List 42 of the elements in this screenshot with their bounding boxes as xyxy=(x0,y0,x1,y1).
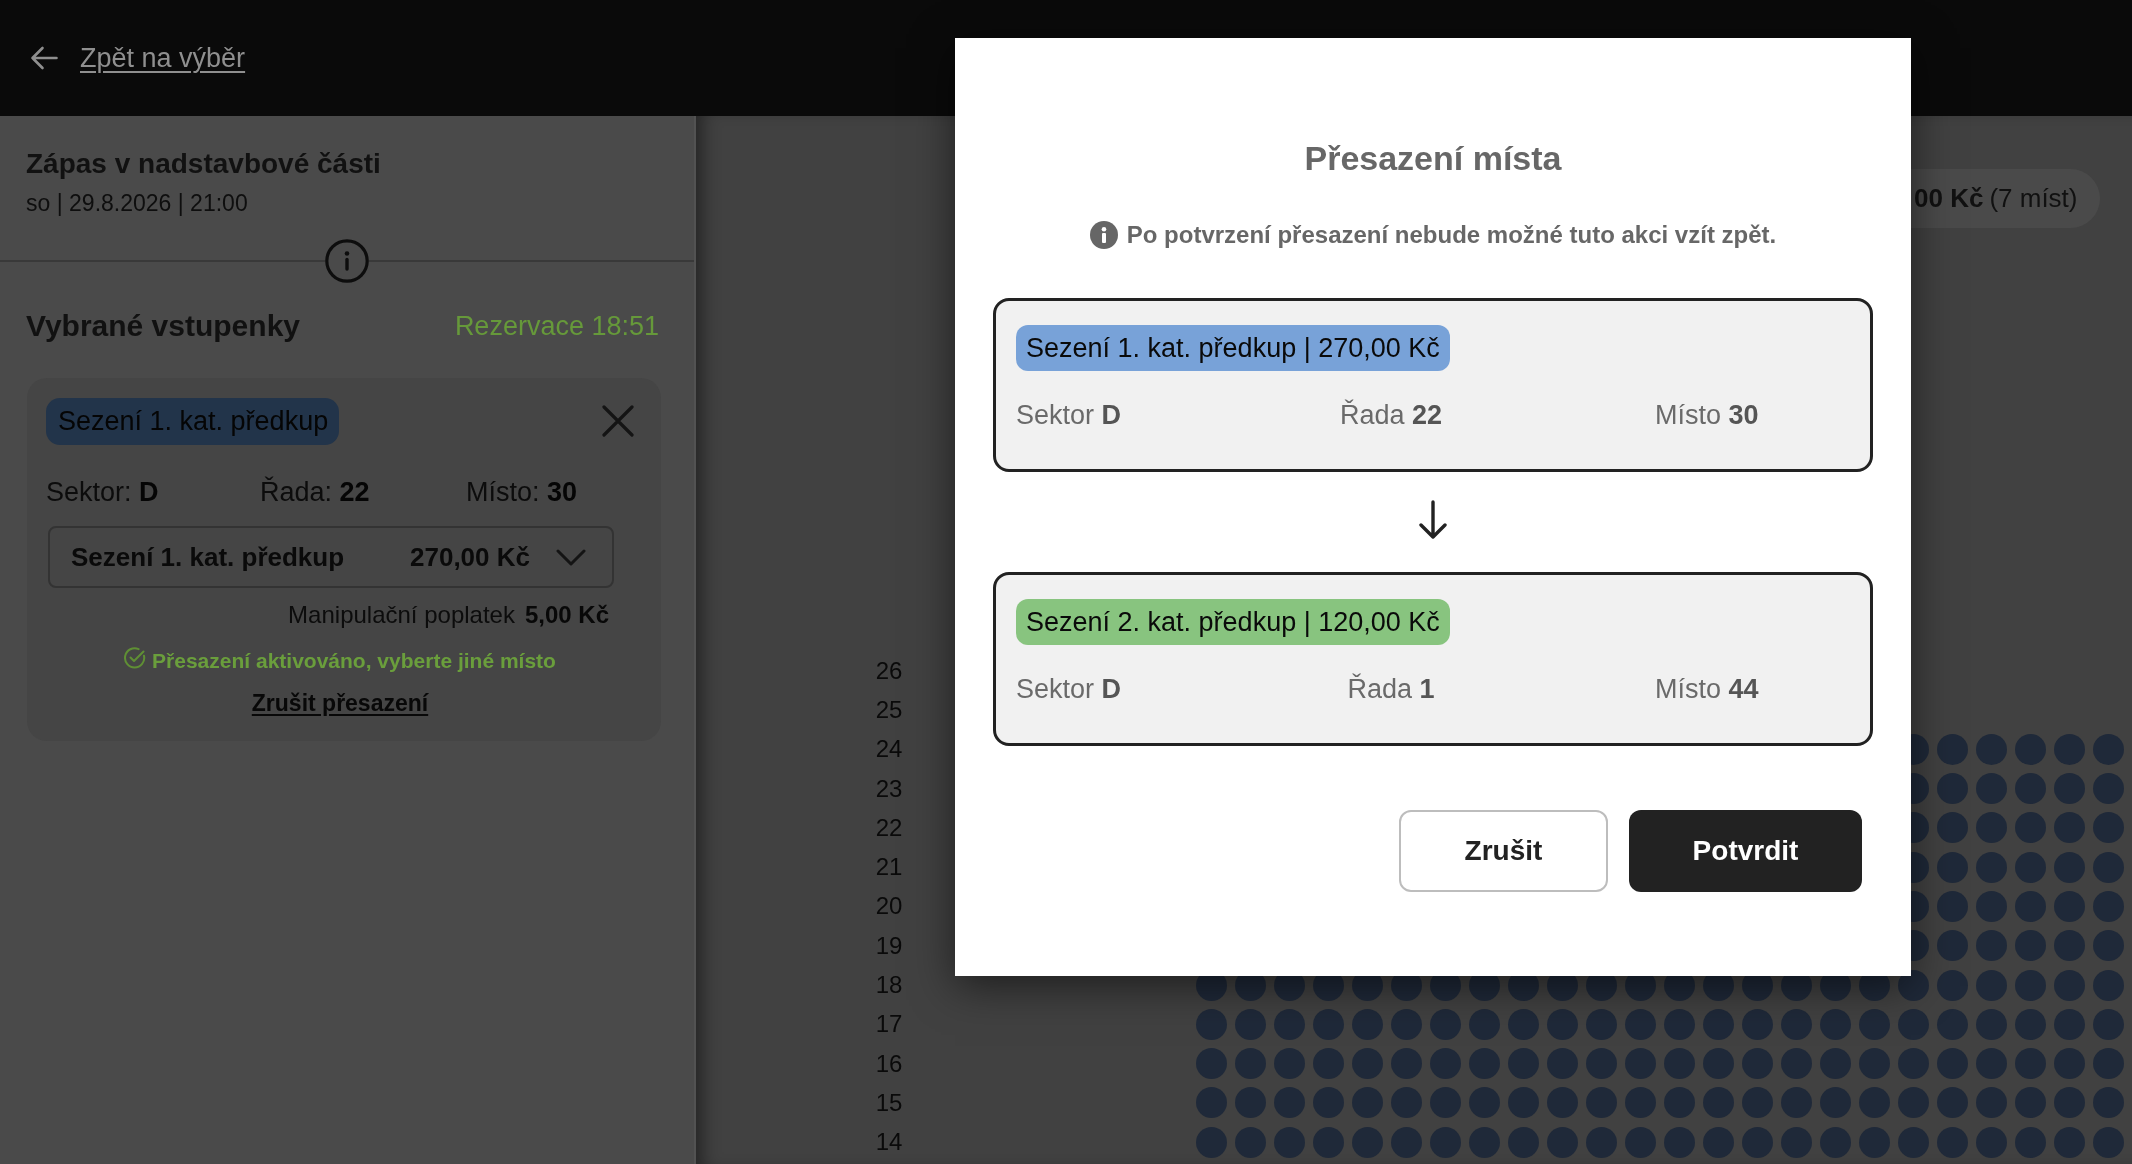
category-tag: Sezení 2. kat. předkup | 120,00 Kč xyxy=(1016,599,1450,645)
seat-detail: Místo 30 xyxy=(1655,399,1759,431)
seat-detail: Sektor D xyxy=(1016,399,1122,431)
status-message: Přesazení aktivováno, vyberte jiné místo xyxy=(152,648,556,674)
ticket-detail: Místo: 30 xyxy=(466,476,579,508)
dialog-title: Přesazení místa xyxy=(1303,138,1563,178)
row-number: 21 xyxy=(874,852,904,883)
fee-amount: 5,00 Kč xyxy=(524,600,609,630)
chevron-down-icon[interactable] xyxy=(556,548,586,566)
row-number: 26 xyxy=(874,655,904,686)
seat-detail: Místo 44 xyxy=(1655,673,1759,705)
row-number: 17 xyxy=(874,1009,904,1040)
reservation-timer: Rezervace 18:51 xyxy=(454,310,659,343)
seat-detail: Řada 22 xyxy=(1339,399,1443,431)
fee-label: Manipulační poplatek xyxy=(288,600,515,630)
event-title: Zápas v nadstavbové části xyxy=(26,147,382,181)
info-icon xyxy=(1089,221,1118,249)
seat-detail: Sektor D xyxy=(1016,673,1122,705)
seat-detail: Řada 1 xyxy=(1347,673,1435,705)
row-number: 14 xyxy=(874,1127,904,1158)
ticket-detail: Řada: 22 xyxy=(260,476,371,508)
row-number: 20 xyxy=(874,891,904,922)
back-link[interactable]: Zpět na výběr xyxy=(30,41,246,75)
warning-text: Po potvrzení přesazení nebude možné tuto akci vzít zpět. xyxy=(1126,220,1777,250)
info-icon[interactable] xyxy=(325,239,369,283)
confirm-button[interactable]: Potvrdit xyxy=(1629,810,1862,892)
row-number: 22 xyxy=(874,812,904,843)
row-number: 23 xyxy=(874,773,904,804)
row-number: 24 xyxy=(874,734,904,765)
section-heading: Vybrané vstupenky xyxy=(26,308,300,344)
event-date: so | 29.8.2026 | 21:00 xyxy=(26,189,249,217)
arrow-left-icon[interactable] xyxy=(30,46,58,70)
row-number: 18 xyxy=(874,970,904,1000)
row-number: 25 xyxy=(874,694,904,725)
row-number: 15 xyxy=(874,1087,904,1118)
ticket-detail: Sektor: D xyxy=(46,476,160,508)
category-tag: Sezení 1. kat. předkup xyxy=(46,398,340,445)
check-circle-icon xyxy=(124,647,147,669)
arrow-down-icon xyxy=(1417,500,1449,540)
close-icon[interactable] xyxy=(602,405,634,437)
cancel-button[interactable]: Zrušit xyxy=(1399,810,1608,892)
category-tag: Sezení 1. kat. předkup | 270,00 Kč xyxy=(1016,325,1450,371)
